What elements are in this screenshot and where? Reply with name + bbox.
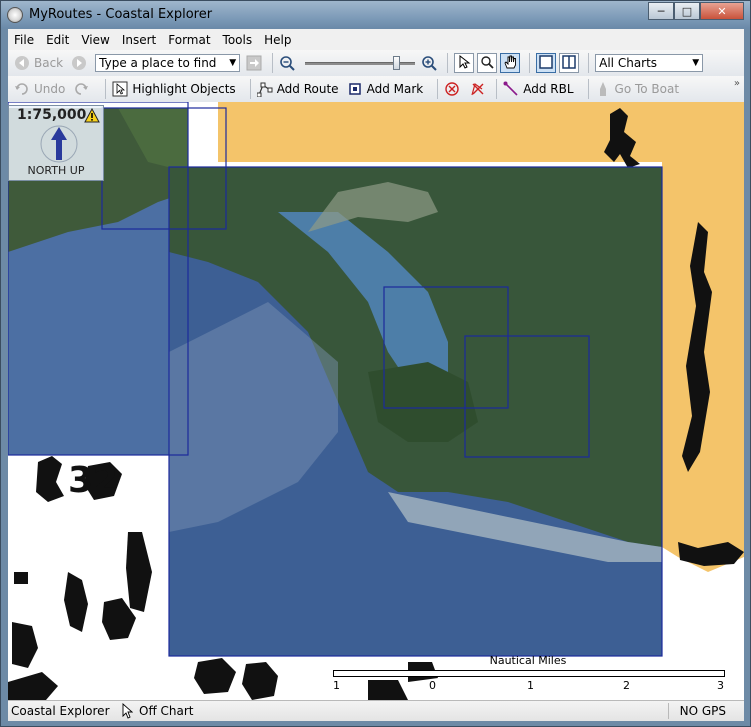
highlight-objects-label: Highlight Objects <box>132 82 236 96</box>
chart-view[interactable]: 32 Nautical Miles 1 0 1 2 3 <box>8 102 744 700</box>
chart-scale-label: 1:75,000 <box>17 107 87 123</box>
scale-tick: 1 <box>527 679 534 692</box>
add-mark-label: Add Mark <box>366 82 424 96</box>
single-pane-icon <box>539 54 553 72</box>
chart-canvas[interactable] <box>8 102 744 700</box>
zoom-slider[interactable] <box>305 54 416 72</box>
rbl-icon <box>503 81 519 97</box>
zoom-slider-thumb[interactable] <box>393 56 401 70</box>
edit-toolbar: Undo Highlight Objects Add Route Add Mar… <box>8 76 744 103</box>
toolbar-overflow-icon[interactable]: » <box>734 78 740 89</box>
highlight-objects-icon <box>112 81 128 97</box>
split-pane-button[interactable] <box>559 53 580 73</box>
chart-filter-value: All Charts <box>599 56 658 70</box>
zoom-in-icon[interactable] <box>421 55 437 71</box>
undo-label: Undo <box>34 82 66 96</box>
north-arrow-icon <box>39 124 79 167</box>
menu-insert[interactable]: Insert <box>116 33 162 47</box>
magnifier-pointer-icon <box>480 55 494 72</box>
window-title: MyRoutes - Coastal Explorer <box>29 7 213 22</box>
menu-bar: File Edit View Insert Format Tools Help <box>8 29 744 50</box>
scale-tick: 2 <box>623 679 630 692</box>
pan-tool-button[interactable] <box>500 53 521 73</box>
close-button[interactable]: ✕ <box>700 2 744 20</box>
zoom-tool-button[interactable] <box>477 53 498 73</box>
select-tool-button[interactable] <box>454 53 475 73</box>
title-bar[interactable]: MyRoutes - Coastal Explorer ─ □ ✕ <box>1 1 750 29</box>
delete-route-icon[interactable] <box>470 81 486 97</box>
menu-help[interactable]: Help <box>258 33 297 47</box>
chart-filter-select[interactable]: All Charts ▼ <box>595 54 704 72</box>
orientation-label: NORTH UP <box>27 164 85 177</box>
back-button[interactable]: Back <box>14 55 63 71</box>
redo-icon[interactable] <box>73 81 89 97</box>
boat-icon <box>595 81 611 97</box>
hand-icon <box>503 55 517 72</box>
search-input[interactable]: Type a place to find <box>99 56 216 70</box>
warning-icon[interactable] <box>84 107 100 126</box>
single-pane-button[interactable] <box>536 53 557 73</box>
chart-depth-number: 32 <box>68 460 119 501</box>
go-to-boat-label: Go To Boat <box>614 82 680 96</box>
add-rbl-button[interactable]: Add RBL <box>503 81 574 97</box>
place-search-combo[interactable]: Type a place to find ▼ <box>95 54 241 72</box>
menu-format[interactable]: Format <box>162 33 216 47</box>
scale-tick: 0 <box>429 679 436 692</box>
scale-tick: 3 <box>717 679 724 692</box>
add-mark-button[interactable]: Add Mark <box>347 81 424 97</box>
pointer-icon <box>457 54 471 72</box>
undo-button[interactable]: Undo <box>14 81 65 97</box>
scale-tick: 1 <box>333 679 340 692</box>
scale-bar-graphic <box>333 670 725 677</box>
scale-orientation-widget[interactable]: 1:75,000 NORTH UP <box>8 105 104 181</box>
split-pane-icon <box>562 54 576 72</box>
add-route-label: Add Route <box>276 82 339 96</box>
menu-view[interactable]: View <box>75 33 115 47</box>
menu-file[interactable]: File <box>8 33 40 47</box>
forward-arrow-icon[interactable] <box>71 55 87 71</box>
go-arrow-icon[interactable] <box>246 55 262 71</box>
scale-bar: Nautical Miles 1 0 1 2 3 <box>333 650 725 696</box>
navigation-toolbar: Back Type a place to find ▼ All Charts ▼ <box>8 50 744 77</box>
mark-icon <box>347 81 363 97</box>
app-window: MyRoutes - Coastal Explorer ─ □ ✕ File E… <box>0 0 751 727</box>
back-arrow-icon <box>14 55 30 71</box>
status-app-name: Coastal Explorer <box>11 704 110 718</box>
minimize-button[interactable]: ─ <box>648 2 674 20</box>
scale-unit-label: Nautical Miles <box>489 654 567 667</box>
app-icon[interactable] <box>7 7 23 23</box>
status-gps: NO GPS <box>679 704 726 718</box>
maximize-button[interactable]: □ <box>674 2 700 20</box>
cursor-pointer-icon <box>121 702 134 722</box>
add-route-button[interactable]: Add Route <box>256 81 339 98</box>
undo-icon <box>14 81 30 97</box>
chevron-down-icon[interactable]: ▼ <box>692 55 699 72</box>
zoom-out-icon[interactable] <box>279 55 295 71</box>
status-bar: Coastal Explorer Off Chart NO GPS <box>8 700 744 721</box>
chevron-down-icon[interactable]: ▼ <box>229 55 236 72</box>
back-label: Back <box>34 56 64 70</box>
route-icon <box>256 81 273 98</box>
menu-edit[interactable]: Edit <box>40 33 75 47</box>
menu-tools[interactable]: Tools <box>217 33 259 47</box>
cancel-circle-icon[interactable] <box>444 81 460 97</box>
add-rbl-label: Add RBL <box>523 82 574 96</box>
status-position: Off Chart <box>139 704 194 718</box>
go-to-boat-button[interactable]: Go To Boat <box>595 81 680 97</box>
highlight-objects-button[interactable]: Highlight Objects <box>112 81 236 97</box>
